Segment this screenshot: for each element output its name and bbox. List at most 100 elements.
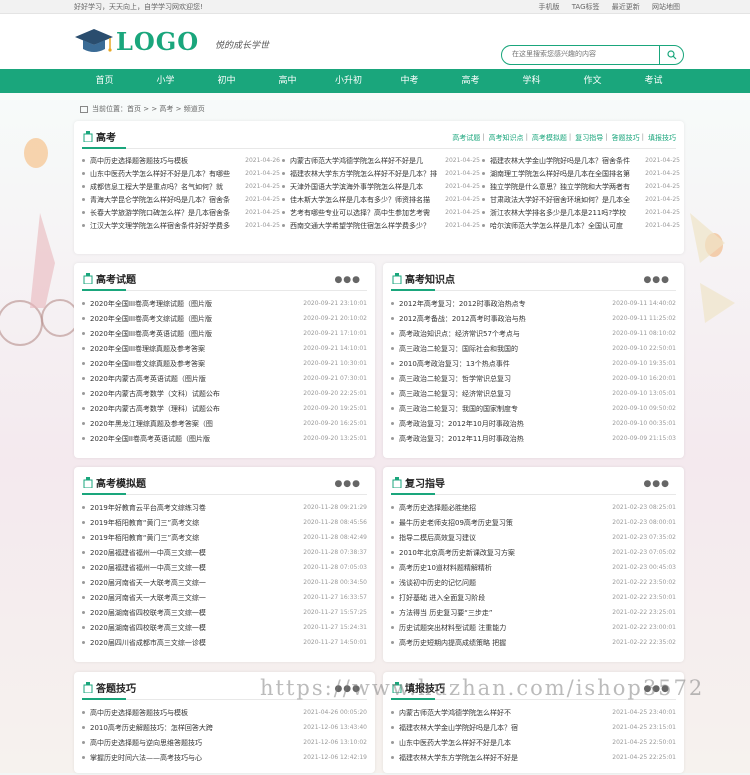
search-button[interactable]: [659, 46, 683, 64]
list-item-title[interactable]: 2020届湖南省四校联考高三文综一模: [90, 608, 299, 618]
list-item-title[interactable]: 2020年全国III卷高考理综试题（图片版: [90, 299, 299, 309]
list-item[interactable]: 历史试题突出材料型试题 注重能力 2021-02-22 23:00:01: [391, 620, 676, 635]
list-item[interactable]: 2020年全国III卷高考英语试题（图片版 2020-09-21 17:10:01: [82, 326, 367, 341]
list-item-title[interactable]: 2020年全国III卷理综真题及参考答案: [90, 344, 299, 354]
recent-update-link[interactable]: 最近更新: [612, 3, 640, 11]
list-item-title[interactable]: 长春大学旅游学院口碑怎么样？是几本宿舍条: [90, 208, 241, 218]
list-item[interactable]: 福建农林大学东方学院怎么样好不好是几本？排 2021-04-25: [282, 167, 480, 180]
list-item[interactable]: 高考政治复习：2012年10月时事政治热 2020-09-10 00:35:01: [391, 416, 676, 431]
nav-primary[interactable]: 小学: [135, 69, 196, 93]
list-item[interactable]: 福建农林大学金山学院好吗是几本？宿 2021-04-25 23:15:01: [391, 720, 676, 735]
list-item[interactable]: 2019年栢阳教育“黄门三”高考文综 2020-11-28 08:45:56: [82, 515, 367, 530]
list-item-title[interactable]: 打好基础 进入全面复习阶段: [399, 593, 608, 603]
list-item-title[interactable]: 2020届河南省天一大联考高三文综一: [90, 593, 299, 603]
list-item[interactable]: 高考历史短期内提高成绩策略 把握 2021-02-22 22:35:02: [391, 635, 676, 650]
list-item[interactable]: 高考历史选择题必胜绝招 2021-02-23 08:25:01: [391, 500, 676, 515]
more-icon[interactable]: ●●●: [334, 275, 361, 285]
list-item-title[interactable]: 2010年北京高考历史新课改复习方案: [399, 548, 608, 558]
list-item-title[interactable]: 2020年内蒙古高考数学（理科）试题公布: [90, 404, 299, 414]
list-item-title[interactable]: 2020年全国II卷高考英语试题（图片版: [90, 434, 299, 444]
list-item[interactable]: 高考政治复习：2012年11月时事政治热 2020-09-09 21:15:03: [391, 431, 676, 446]
list-item[interactable]: 福建农林大学东方学院怎么样好不好是 2021-04-25 22:25:01: [391, 750, 676, 765]
list-item-title[interactable]: 艺考有哪些专业可以选择？高中生参加艺考需: [290, 208, 441, 218]
list-item-title[interactable]: 2020年内蒙古高考英语试题（图片版: [90, 374, 299, 384]
list-item[interactable]: 内蒙古师范大学鸿德学院怎么样好不 2021-04-25 23:40:01: [391, 705, 676, 720]
list-item[interactable]: 浅谈初中历史的记忆问题 2021-02-22 23:50:02: [391, 575, 676, 590]
list-item[interactable]: 高三政治二轮复习：哲学常识总复习 2020-09-10 16:20:01: [391, 371, 676, 386]
list-item[interactable]: 江汉大学文理学院怎么样宿舍条件好好学费多 2021-04-25: [82, 219, 280, 232]
list-item[interactable]: 山东中医药大学怎么样好不好是几本？有哪些 2021-04-25: [82, 167, 280, 180]
list-item[interactable]: 2020年内蒙古高考英语试题（图片版 2020-09-21 07:30:01: [82, 371, 367, 386]
mobile-link[interactable]: 手机版: [538, 3, 559, 11]
list-item-title[interactable]: 高三政治二轮复习：哲学常识总复习: [399, 374, 608, 384]
nav-junior[interactable]: 初中: [196, 69, 257, 93]
nav-gaokao[interactable]: 高考: [440, 69, 501, 93]
list-item[interactable]: 掌握历史时间六法——高考技巧与心 2021-12-06 12:42:19: [82, 750, 367, 765]
list-item[interactable]: 2020年全国III卷高考理综试题（图片版 2020-09-21 23:10:01: [82, 296, 367, 311]
list-item[interactable]: 2010年北京高考历史新课改复习方案 2021-02-23 07:05:02: [391, 545, 676, 560]
list-item-title[interactable]: 最牛历史老师支招09高考历史复习策: [399, 518, 608, 528]
list-item-title[interactable]: 福建农林大学东方学院怎么样好不好是: [399, 753, 608, 763]
tab-knowledge-points[interactable]: 高考知识点: [489, 133, 524, 143]
list-item[interactable]: 方法得当 历史复习要“三步走” 2021-02-22 23:25:01: [391, 605, 676, 620]
list-item[interactable]: 最牛历史老师支招09高考历史复习策 2021-02-23 08:00:01: [391, 515, 676, 530]
list-item[interactable]: 高三政治二轮复习：经济常识总复习 2020-09-10 13:05:01: [391, 386, 676, 401]
nav-home[interactable]: 首页: [74, 69, 135, 93]
list-item[interactable]: 2020届四川省成都市高三文综一诊模 2020-11-27 14:50:01: [82, 635, 367, 650]
list-item[interactable]: 2020届湖南省四校联考高三文综一模 2020-11-27 15:57:25: [82, 605, 367, 620]
list-item[interactable]: 高中历史选择题与逆向思维答题技巧 2021-12-06 13:10:02: [82, 735, 367, 750]
tag-link[interactable]: TAG标签: [572, 3, 600, 11]
list-item[interactable]: 高三政治二轮复习：国际社会和我国的 2020-09-10 22:50:01: [391, 341, 676, 356]
list-item-title[interactable]: 成都信息工程大学是重点吗？名气如何？就: [90, 182, 241, 192]
list-item-title[interactable]: 高三政治二轮复习：我国的国家制度专: [399, 404, 608, 414]
list-item[interactable]: 2020年黑龙江理综真题及参考答案（图 2020-09-20 16:25:01: [82, 416, 367, 431]
list-item-title[interactable]: 2020年全国III卷高考文综试题（图片版: [90, 314, 299, 324]
list-item-title[interactable]: 2020年全国III卷高考英语试题（图片版: [90, 329, 299, 339]
nav-xiaoshengchu[interactable]: 小升初: [318, 69, 379, 93]
list-item-title[interactable]: 高三政治二轮复习：经济常识总复习: [399, 389, 608, 399]
list-item-title[interactable]: 高考历史短期内提高成绩策略 把握: [399, 638, 608, 648]
list-item[interactable]: 2020届河南省天一大联考高三文综一 2020-11-27 16:33:57: [82, 590, 367, 605]
list-item[interactable]: 高考历史10道材料题精解精析 2021-02-23 00:45:03: [391, 560, 676, 575]
list-item[interactable]: 哈尔滨师范大学怎么样是几本？全国认可度 2021-04-25: [482, 219, 680, 232]
list-item-title[interactable]: 历史试题突出材料型试题 注重能力: [399, 623, 608, 633]
list-item-title[interactable]: 高考政治复习：2012年10月时事政治热: [399, 419, 608, 429]
list-item-title[interactable]: 2012年高考复习：2012时事政治热点专: [399, 299, 608, 309]
nav-exam[interactable]: 考试: [623, 69, 684, 93]
list-item[interactable]: 甘肃政法大学好不好宿舍环境如何？是几本全 2021-04-25: [482, 193, 680, 206]
more-icon[interactable]: ●●●: [334, 479, 361, 489]
list-item[interactable]: 2020届福建省福州一中高三文综一模 2020-11-28 07:05:03: [82, 560, 367, 575]
list-item[interactable]: 2020届湖南省四校联考高三文综一模 2020-11-27 15:24:31: [82, 620, 367, 635]
list-item-title[interactable]: 2020年黑龙江理综真题及参考答案（图: [90, 419, 299, 429]
list-item[interactable]: 2010高考历史解题技巧：怎样回答大跨 2021-12-06 13:43:40: [82, 720, 367, 735]
list-item[interactable]: 高中历史选择题答题技巧与模板 2021-04-26: [82, 154, 280, 167]
list-item-title[interactable]: 2020届四川省成都市高三文综一诊模: [90, 638, 299, 648]
logo[interactable]: LOGO: [74, 25, 199, 57]
list-item-title[interactable]: 高中历史选择题答题技巧与模板: [90, 156, 241, 166]
list-item-title[interactable]: 2020届福建省福州一中高三文综一模: [90, 548, 299, 558]
list-item[interactable]: 指导二模后高效复习建议 2021-02-23 07:35:02: [391, 530, 676, 545]
list-item-title[interactable]: 高中历史选择题答题技巧与模板: [90, 708, 299, 718]
list-item-title[interactable]: 2020年内蒙古高考数学（文科）试题公布: [90, 389, 299, 399]
list-item[interactable]: 2020届河南省天一大联考高三文综一 2020-11-28 00:34:50: [82, 575, 367, 590]
list-item[interactable]: 艺考有哪些专业可以选择？高中生参加艺考需 2021-04-25: [282, 206, 480, 219]
list-item-title[interactable]: 青海大学昆仑学院怎么样好吗是几本？宿舍条: [90, 195, 241, 205]
list-item[interactable]: 高中历史选择题答题技巧与模板 2021-04-26 00:05:20: [82, 705, 367, 720]
list-item-title[interactable]: 高考政治复习：2012年11月时事政治热: [399, 434, 608, 444]
nav-zhongkao[interactable]: 中考: [379, 69, 440, 93]
tab-answer-skills[interactable]: 答题技巧: [612, 133, 640, 143]
list-item-title[interactable]: 高中历史选择题与逆向思维答题技巧: [90, 738, 299, 748]
tab-gaokao-questions[interactable]: 高考试题: [452, 133, 480, 143]
tab-mock-exams[interactable]: 高考模拟题: [532, 133, 567, 143]
list-item[interactable]: 成都信息工程大学是重点吗？名气如何？就 2021-04-25: [82, 180, 280, 193]
more-icon[interactable]: ●●●: [643, 275, 670, 285]
list-item[interactable]: 山东中医药大学怎么样好不好是几本 2021-04-25 22:50:01: [391, 735, 676, 750]
search-input[interactable]: [512, 50, 652, 58]
list-item[interactable]: 西南交通大学希望学院住宿怎么样学费多少？ 2021-04-25: [282, 219, 480, 232]
list-item-title[interactable]: 指导二模后高效复习建议: [399, 533, 608, 543]
list-item-title[interactable]: 浙江农林大学排名多少是几本是211吗?学校: [490, 208, 641, 218]
list-item-title[interactable]: 哈尔滨师范大学怎么样是几本？全国认可度: [490, 221, 641, 231]
list-item-title[interactable]: 2010高考政治复习：13个热点事件: [399, 359, 608, 369]
list-item-title[interactable]: 高三政治二轮复习：国际社会和我国的: [399, 344, 608, 354]
list-item[interactable]: 高三政治二轮复习：我国的国家制度专 2020-09-10 09:50:02: [391, 401, 676, 416]
